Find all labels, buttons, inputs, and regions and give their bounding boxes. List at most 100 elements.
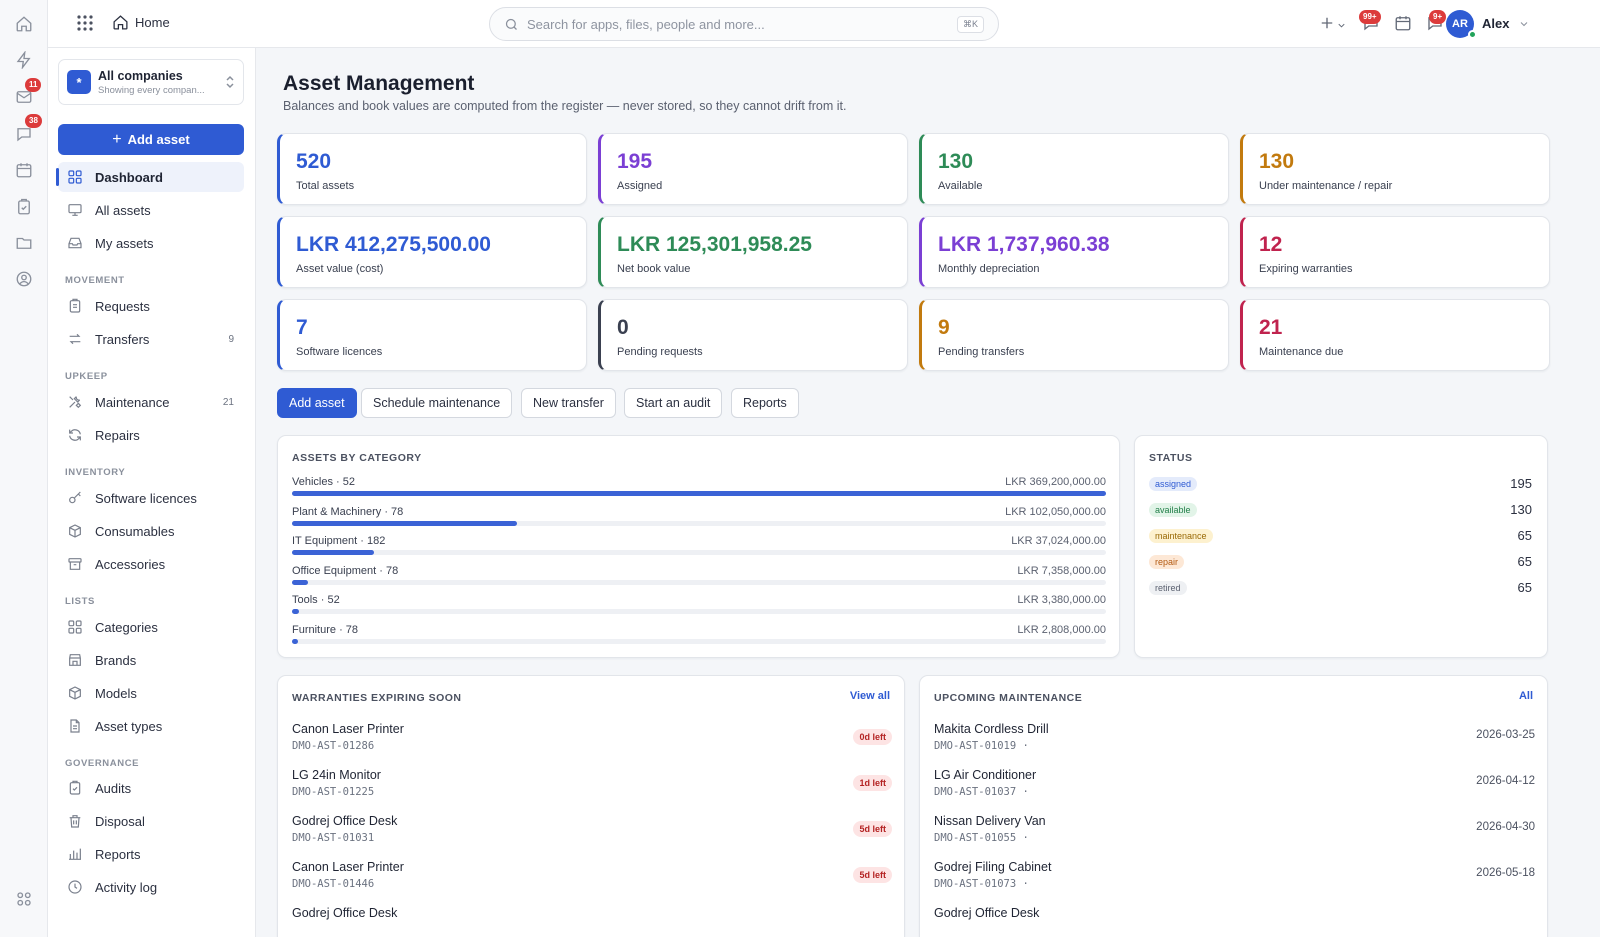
sidebar-item-label: Categories [95, 619, 158, 635]
category-bar-fill [292, 638, 299, 644]
user-circle-icon[interactable] [13, 268, 35, 290]
category-bar-track [292, 491, 1106, 496]
category-row[interactable]: Plant & Machinery · 78 LKR 102,050,000.00 [292, 506, 1106, 536]
sidebar-item-requests[interactable]: Requests [58, 291, 244, 321]
store-icon [69, 654, 81, 666]
upcoming-maintenance-card: UPCOMING MAINTENANCE All Makita Cordless… [919, 675, 1548, 937]
company-subtitle: Showing every compan... [98, 84, 205, 96]
maintenance-row[interactable]: LG Air Conditioner DMO-AST-01037 · 2026-04… [934, 768, 1535, 808]
status-row[interactable]: retired 65 [1149, 579, 1532, 597]
sidebar-item-accessories[interactable]: Accessories [58, 549, 244, 579]
apps-icon[interactable] [13, 888, 35, 910]
stat-card-maintenance-due[interactable]: 21 Maintenance due [1240, 299, 1550, 371]
sidebar-item-models[interactable]: Models [58, 678, 244, 708]
category-row[interactable]: IT Equipment · 182 LKR 37,024,000.00 [292, 535, 1106, 565]
bar-chart-icon [69, 848, 81, 860]
category-amount: LKR 369,200,000.00 [1005, 476, 1106, 488]
status-badge: available [1149, 503, 1197, 517]
view-all-warranties-link[interactable]: View all [850, 690, 890, 702]
home-icon[interactable] [13, 13, 35, 35]
maintenance-date: 2026-04-12 [1476, 775, 1535, 787]
card-title: WARRANTIES EXPIRING SOON [292, 692, 462, 704]
stat-value: 130 [1259, 150, 1295, 173]
sidebar-add-asset-button[interactable]: + Add asset [58, 124, 244, 155]
sidebar-item-dashboard[interactable]: Dashboard [56, 162, 244, 192]
folder-icon[interactable] [13, 232, 35, 254]
search-input[interactable] [527, 16, 927, 32]
warranty-row[interactable]: Canon Laser Printer DMO-AST-01286 0d left [292, 722, 892, 762]
add-asset-button[interactable]: Add asset [277, 388, 357, 418]
user-menu-chevron-down-icon[interactable] [1518, 17, 1530, 29]
status-row[interactable]: maintenance 65 [1149, 527, 1532, 545]
user-name[interactable]: Alex [1482, 16, 1509, 31]
reports-button[interactable]: Reports [731, 388, 799, 418]
stat-card-pending-requests[interactable]: 0 Pending requests [598, 299, 908, 371]
maintenance-count: 21 [222, 396, 234, 408]
home-link[interactable]: Home [112, 14, 170, 31]
category-bar-fill [292, 520, 517, 526]
stat-card-available[interactable]: 130 Available [919, 133, 1229, 205]
warranty-row[interactable]: Godrej Office Desk DMO-AST-01031 5d left [292, 814, 892, 854]
sidebar-item-my-assets[interactable]: My assets [58, 228, 244, 258]
category-row[interactable]: Vehicles · 52 LKR 369,200,000.00 [292, 476, 1106, 506]
sidebar-item-repairs[interactable]: Repairs [58, 420, 244, 450]
global-search[interactable]: ⌘K [489, 7, 999, 41]
category-bar-track [292, 520, 1106, 526]
calendar-icon[interactable] [1394, 14, 1414, 34]
sidebar-item-software-licences[interactable]: Software licences [58, 483, 244, 513]
warranty-row[interactable]: LG 24in Monitor DMO-AST-01225 1d left [292, 768, 892, 808]
sidebar-item-label: Consumables [95, 523, 175, 539]
view-all-maintenance-link[interactable]: All [1519, 690, 1533, 702]
sidebar-item-all-assets[interactable]: All assets [58, 195, 244, 225]
stat-card-asset-value[interactable]: LKR 412,275,500.00 Asset value (cost) [277, 216, 587, 288]
status-row[interactable]: repair 65 [1149, 553, 1532, 571]
start-audit-button[interactable]: Start an audit [624, 388, 723, 418]
maintenance-row[interactable]: Godrej Office Desk [934, 906, 1535, 937]
sidebar-item-disposal[interactable]: Disposal [58, 806, 244, 836]
company-switcher[interactable]: * All companies Showing every compan... [58, 59, 244, 105]
category-row[interactable]: Furniture · 78 LKR 2,808,000.00 [292, 624, 1106, 654]
sidebar-item-asset-types[interactable]: Asset types [58, 711, 244, 741]
transfer-arrows-icon [69, 333, 81, 345]
tasks-icon[interactable] [13, 196, 35, 218]
warranty-row[interactable]: Godrej Office Desk [292, 906, 892, 937]
stat-card-software-licences[interactable]: 7 Software licences [277, 299, 587, 371]
sidebar-item-maintenance[interactable]: Maintenance 21 [58, 387, 244, 417]
schedule-maintenance-button[interactable]: Schedule maintenance [361, 388, 513, 418]
status-count: 195 [1510, 476, 1532, 491]
sidebar-item-transfers[interactable]: Transfers 9 [58, 324, 244, 354]
asset-code: DMO-AST-01225 [292, 786, 375, 798]
inbox-icon [68, 237, 82, 249]
maintenance-row[interactable]: Godrej Filing Cabinet DMO-AST-01073 · 2026… [934, 860, 1535, 900]
sidebar-item-reports[interactable]: Reports [58, 839, 244, 869]
sidebar-item-activity-log[interactable]: Activity log [58, 872, 244, 902]
sidebar-item-brands[interactable]: Brands [58, 645, 244, 675]
clock-icon [68, 880, 82, 894]
create-chevron-down-icon[interactable] [1336, 18, 1348, 30]
calendar-icon[interactable] [13, 159, 35, 181]
status-row[interactable]: available 130 [1149, 501, 1532, 519]
maintenance-row[interactable]: Makita Cordless Drill DMO-AST-01019 · 2026… [934, 722, 1535, 762]
stat-card-total-assets[interactable]: 520 Total assets [277, 133, 587, 205]
status-row[interactable]: assigned 195 [1149, 475, 1532, 493]
asset-code: DMO-AST-01446 [292, 878, 375, 890]
document-icon [70, 719, 80, 733]
maintenance-row[interactable]: Nissan Delivery Van DMO-AST-01055 · 2026-0… [934, 814, 1535, 854]
app-launcher-icon[interactable] [76, 14, 94, 32]
category-row[interactable]: Office Equipment · 78 LKR 7,358,000.00 [292, 565, 1106, 595]
warranty-row[interactable]: Canon Laser Printer DMO-AST-01446 5d left [292, 860, 892, 900]
sidebar-item-audits[interactable]: Audits [58, 773, 244, 803]
stat-card-assigned[interactable]: 195 Assigned [598, 133, 908, 205]
refresh-icon [69, 429, 81, 441]
stat-card-under-maintenance[interactable]: 130 Under maintenance / repair [1240, 133, 1550, 205]
stat-card-pending-transfers[interactable]: 9 Pending transfers [919, 299, 1229, 371]
category-row[interactable]: Tools · 52 LKR 3,380,000.00 [292, 594, 1106, 624]
lightning-icon[interactable] [13, 49, 35, 71]
sidebar-item-categories[interactable]: Categories [58, 612, 244, 642]
stat-card-net-book-value[interactable]: LKR 125,301,958.25 Net book value [598, 216, 908, 288]
create-plus-icon[interactable] [1318, 14, 1338, 34]
new-transfer-button[interactable]: New transfer [521, 388, 616, 418]
stat-card-monthly-depreciation[interactable]: LKR 1,737,960.38 Monthly depreciation [919, 216, 1229, 288]
sidebar-item-consumables[interactable]: Consumables [58, 516, 244, 546]
stat-card-expiring-warranties[interactable]: 12 Expiring warranties [1240, 216, 1550, 288]
